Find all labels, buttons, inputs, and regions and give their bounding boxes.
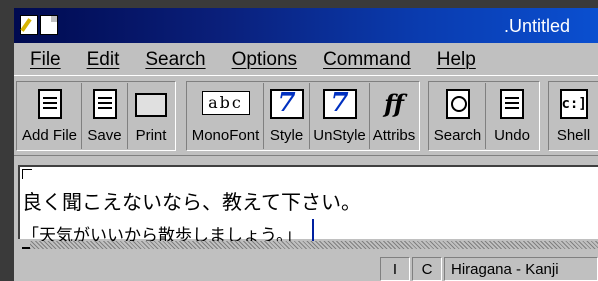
toolbar-group-shell: c:] Shell <box>548 81 598 151</box>
save-icon <box>92 89 117 119</box>
window-title: .Untitled <box>503 16 570 36</box>
shell-button[interactable]: c:] Shell <box>550 83 597 149</box>
undo-icon <box>500 89 524 119</box>
save-label: Save <box>87 127 122 144</box>
menu-edit[interactable]: Edit <box>87 49 120 71</box>
resize-separator[interactable] <box>30 241 598 249</box>
attribs-label: Attribs <box>372 127 416 144</box>
style-icon: 7 <box>269 89 304 119</box>
toolbar-group-format: abc MonoFont 7 Style 7 UnStyle ff Attrib… <box>186 81 420 151</box>
undo-button[interactable]: Undo <box>486 83 538 149</box>
unstyle-button[interactable]: 7 UnStyle <box>310 83 370 149</box>
search-icon <box>445 89 470 119</box>
title-icons <box>20 15 58 35</box>
shell-icon: c:] <box>559 89 588 119</box>
app-pen-icon[interactable] <box>20 15 38 35</box>
add-file-icon <box>37 89 62 119</box>
document-icon[interactable] <box>40 15 58 35</box>
unstyle-label: UnStyle <box>313 127 366 144</box>
menu-help[interactable]: Help <box>437 49 476 71</box>
status-bar: I C Hiragana - Kanji <box>14 255 598 281</box>
style-label: Style <box>269 127 304 144</box>
text-caret <box>312 219 314 243</box>
style-button[interactable]: 7 Style <box>264 83 310 149</box>
print-button[interactable]: Print <box>128 83 174 149</box>
text-editor[interactable]: 良く聞こえないなら、教えて下さい。 「天気がいいから散歩しましょう。」 <box>18 165 598 249</box>
menu-file[interactable]: File <box>30 49 61 71</box>
undo-label: Undo <box>494 127 530 144</box>
editor-window: .Untitled File Edit Search Options Comma… <box>14 8 598 281</box>
save-button[interactable]: Save <box>82 83 128 149</box>
monofont-label: MonoFont <box>191 127 260 144</box>
abc-icon: abc <box>201 91 250 115</box>
menu-options[interactable]: Options <box>232 49 297 71</box>
toolbar: Add File Save Print abc MonoFont 7 Style… <box>14 75 598 155</box>
monofont-button[interactable]: abc MonoFont <box>188 83 264 149</box>
add-file-label: Add File <box>21 127 78 144</box>
toolbar-group-edit: Search Undo <box>428 81 540 151</box>
menu-command[interactable]: Command <box>323 49 411 71</box>
status-insert-mode: I <box>380 257 410 281</box>
attribs-icon: ff <box>384 89 404 118</box>
ruler-area <box>14 155 598 165</box>
shell-label: Shell <box>556 127 591 144</box>
page-corner-mark <box>22 169 32 179</box>
menu-bar: File Edit Search Options Command Help <box>14 45 598 75</box>
title-bar[interactable]: .Untitled <box>14 8 598 43</box>
add-file-button[interactable]: Add File <box>18 83 82 149</box>
text-line-1[interactable]: 良く聞こえないなら、教えて下さい。 <box>22 186 361 215</box>
printer-icon <box>135 93 167 117</box>
search-label: Search <box>433 127 482 144</box>
status-input-mode: Hiragana - Kanji <box>444 257 598 281</box>
search-button[interactable]: Search <box>430 83 486 149</box>
toolbar-group-file: Add File Save Print <box>16 81 176 151</box>
menu-search[interactable]: Search <box>145 49 205 71</box>
unstyle-icon: 7 <box>322 89 357 119</box>
print-label: Print <box>135 127 167 144</box>
status-caps-mode: C <box>412 257 442 281</box>
attribs-button[interactable]: ff Attribs <box>370 83 418 149</box>
